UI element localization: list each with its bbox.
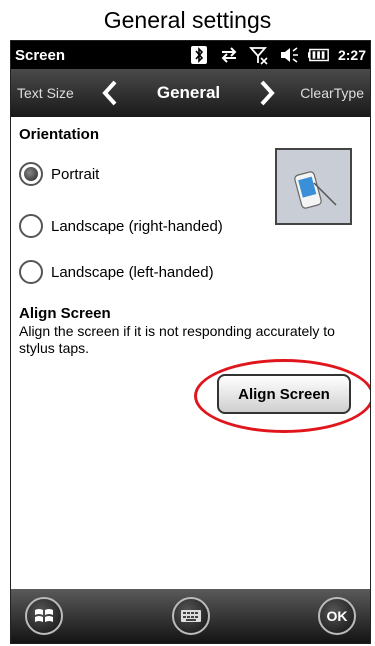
radio-circle[interactable]	[19, 260, 43, 284]
align-screen-description: Align the screen if it is not responding…	[19, 323, 335, 356]
clock[interactable]: 2:27	[338, 47, 366, 63]
softkey-bar: OK	[11, 589, 370, 643]
tab-cleartype[interactable]: ClearType	[280, 85, 370, 101]
status-bar: Screen 2:27	[11, 41, 370, 69]
radio-landscape-left[interactable]: Landscape (left-handed)	[19, 260, 214, 284]
radio-circle[interactable]	[19, 162, 43, 186]
caption-title: General settings	[103, 7, 272, 33]
orientation-heading: Orientation	[19, 126, 100, 143]
battery-icon	[307, 45, 330, 65]
radio-label: Landscape (left-handed)	[51, 263, 214, 281]
screen-title[interactable]: Screen	[11, 47, 188, 64]
chevron-left-icon[interactable]	[97, 78, 123, 108]
windows-start-icon	[35, 609, 53, 622]
radio-label: Portrait	[51, 165, 100, 183]
align-screen-button[interactable]: Align Screen	[217, 374, 351, 414]
radio-selected-dot	[24, 167, 38, 181]
radio-circle[interactable]	[19, 214, 43, 238]
tab-navigator: Text Size General ClearType	[11, 69, 370, 117]
chevron-right-icon[interactable]	[254, 78, 280, 108]
status-icons: 2:27	[188, 45, 370, 65]
device-stylus-icon	[293, 170, 337, 209]
tab-general[interactable]: General	[123, 83, 254, 103]
ok-button[interactable]: OK	[318, 597, 356, 635]
windows-start-button[interactable]	[25, 597, 63, 635]
keyboard-button[interactable]	[172, 597, 210, 635]
bluetooth-icon	[188, 45, 210, 65]
settings-content: Orientation Portrait Landscape (right-ha…	[11, 117, 370, 589]
radio-label: Landscape (right-handed)	[51, 217, 223, 235]
keyboard-icon	[181, 610, 201, 622]
radio-landscape-right[interactable]: Landscape (right-handed)	[19, 214, 223, 238]
device-screen: Screen 2:27 Text Size General ClearType …	[10, 40, 371, 644]
data-sync-icon	[218, 45, 240, 65]
volume-icon	[278, 45, 300, 65]
orientation-preview-image	[275, 148, 352, 225]
tab-text-size[interactable]: Text Size	[11, 85, 97, 101]
no-signal-icon	[248, 45, 270, 65]
radio-portrait[interactable]: Portrait	[19, 162, 99, 186]
align-screen-heading: Align Screen	[19, 305, 111, 322]
